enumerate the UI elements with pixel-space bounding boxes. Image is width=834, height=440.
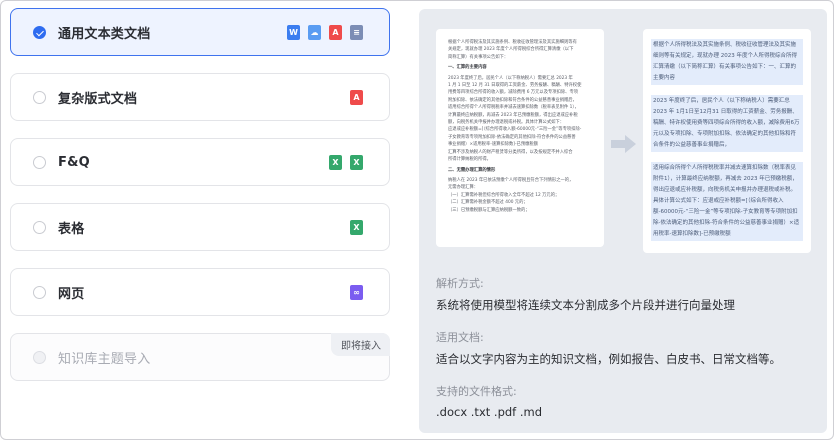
excel-icon: X (350, 155, 363, 170)
file-type-icons: W ☁ A ≡ (287, 25, 363, 40)
chunked-segments-preview: 根据个人所得税法及其实施条例、税收征收管理法及其实施细则等有关规定，现就办理 2… (643, 29, 811, 253)
doc-type-option[interactable]: 表格 X (10, 203, 390, 251)
text-chunk: 根据个人所得税法及其实施条例、税收征收管理法及其实施细则等有关规定，现就办理 2… (651, 39, 803, 85)
doc-text-line: 1 月 1 日至 12 月 31 日取得的工资薪金、劳务报酬、稿酬、特许权使 (448, 83, 582, 89)
supported-formats-title: 支持的文件格式: (436, 385, 517, 398)
file-type-icons: ∞ (350, 285, 363, 300)
parse-method-title: 解析方式: (436, 277, 484, 290)
file-type-icons: A (350, 90, 363, 105)
word-icon: W (287, 25, 300, 40)
type-description: 解析方式: 系统将使用模型将连续文本分割成多个片段并进行向量处理 适用文档: 适… (436, 275, 816, 435)
text-chunk: 2023 年度终了后，居民个人（以下称纳税人）需要汇总 2023 年 1月1日至… (651, 95, 803, 152)
option-label: 复杂版式文档 (58, 91, 138, 107)
doc-text-line: （三）已预缴税额与汇算应纳税额一致的； (448, 207, 530, 213)
doc-text-line: 所得计算纳税的所得。 (448, 157, 491, 163)
option-label: 知识库主题导入 (58, 351, 151, 367)
radio-icon[interactable] (33, 220, 46, 234)
file-type-icons: XX (329, 155, 363, 170)
applicable-docs-text: 适合以文字内容为主的知识文档，例如报告、白皮书、日常文档等。 (436, 352, 781, 366)
option-label: 表格 (58, 221, 85, 237)
doc-type-option: 知识库主题导入 即将接入 (10, 333, 390, 381)
doc-text-line: 2023 年度终了后，居民个人（以下称纳税人）需要汇总 2023 年 (448, 75, 573, 81)
doc-text-line: （二）汇算需补税金额不超过 400 元的； (448, 200, 528, 206)
text-chunk: 适用综合所得个人所得税税率并减去速算扣除数（税率表见附件1），计算最终应纳税额，… (651, 162, 803, 241)
doc-text-line: 根据个人所得税法及其实施条例、税收征收管理法及其实施细则等有 (448, 40, 577, 45)
radio-icon[interactable] (33, 90, 46, 104)
doc-text-line: （一）汇算需补税但综合所得收入全年不超过 12 万元的； (448, 192, 560, 198)
excel-q-icon: X (329, 155, 342, 170)
doc-text-line: 一、汇算的主要内容 (448, 65, 487, 71)
doc-text-line: 适用综合所得个人所得税税率并减去速算扣除数（税率表见附件 1）， (448, 105, 579, 111)
import-type-dialog: 通用文本类文档 W ☁ A ≡ 复杂版式文档 A F&Q X X 表格 X 网页 ∞ 知识库主题导入 即将接入… (0, 0, 834, 440)
doc-text-line: 关规定，现就办理 2023 年度个人所得税综合所得汇算清缴（以下 (448, 47, 574, 53)
parse-method-text: 系统将使用模型将连续文本分割成多个片段并进行向量处理 (436, 298, 735, 312)
doc-text-line: 二、无需办理汇算的情形 (448, 167, 496, 173)
doc-type-option[interactable]: 复杂版式文档 A (10, 73, 390, 121)
txt-icon: ≡ (350, 25, 363, 40)
doc-type-option[interactable]: F&Q X X (10, 138, 390, 186)
doc-text-line: 应退或应补税额=[（综合所得收入额-60000元-“三险一金”等专项扣除- (448, 127, 582, 133)
option-label: 通用文本类文档 (58, 26, 151, 42)
doc-text-line: 用费等四项综合所得的收入额，减除费用 6 万元以及专项扣除、专项 (448, 90, 579, 96)
file-type-icons: X (350, 220, 363, 235)
document-type-options: 通用文本类文档 W ☁ A ≡ 复杂版式文档 A F&Q X X 表格 X 网页 ∞ 知识库主题导入 即将接入 (10, 8, 390, 398)
doc-text-line: 子女教育等专项附加扣除-依法确定的其他扣除-符合条件的公益慈善 (448, 134, 576, 140)
doc-text-line: 无需办理汇算： (448, 185, 479, 191)
doc-text-line: 附加扣除、依法确定的其他扣除和符合条件的公益慈善事业捐赠后， (448, 97, 577, 103)
doc-text-line: 纳税人在 2023 年已依法预缴个人所得税且符合下列情形之一的， (448, 177, 574, 183)
link-icon: ∞ (350, 285, 363, 300)
doc-type-option[interactable]: 通用文本类文档 W ☁ A ≡ (10, 8, 390, 56)
radio-checked-icon[interactable] (33, 25, 46, 39)
preview-panel: 根据个人所得税法及其实施条例、税收征收管理法及其实施细则等有 关规定，现就办理 2… (419, 9, 827, 433)
applicable-docs-title: 适用文档: (436, 331, 484, 344)
option-label: 网页 (58, 286, 85, 302)
doc-text-line: 事业捐赠）×适用税率-速算扣除数]-已预缴税额 (448, 142, 539, 148)
source-document-preview: 根据个人所得税法及其实施条例、税收征收管理法及其实施细则等有 关规定，现就办理 2… (436, 29, 604, 247)
doc-text-line: 额，向税务机关申报并办理退税或补税。具体计算公式如下： (448, 120, 565, 126)
coming-soon-badge: 即将接入 (331, 333, 390, 356)
pdf-icon: A (350, 90, 363, 105)
radio-icon[interactable] (33, 155, 46, 169)
arrow-right-icon (611, 135, 636, 153)
doc-text-line: 汇算不涉及纳税人的财产租赁等分类所得，以及按规定不并入综合 (448, 149, 573, 155)
cloud-doc-icon: ☁ (308, 25, 321, 40)
option-label: F&Q (58, 154, 90, 170)
doc-text-line: 简称汇算）有关事项公告如下： (448, 54, 509, 60)
excel-icon: X (350, 220, 363, 235)
radio-icon (33, 350, 46, 364)
pdf-icon: A (329, 25, 342, 40)
supported-formats-text: .docx .txt .pdf .md (436, 405, 543, 419)
doc-text-line: 计算最终应纳税额，再减去 2023 年已预缴税额，得出应退或应补税 (448, 112, 578, 118)
radio-icon[interactable] (33, 285, 46, 299)
doc-type-option[interactable]: 网页 ∞ (10, 268, 390, 316)
